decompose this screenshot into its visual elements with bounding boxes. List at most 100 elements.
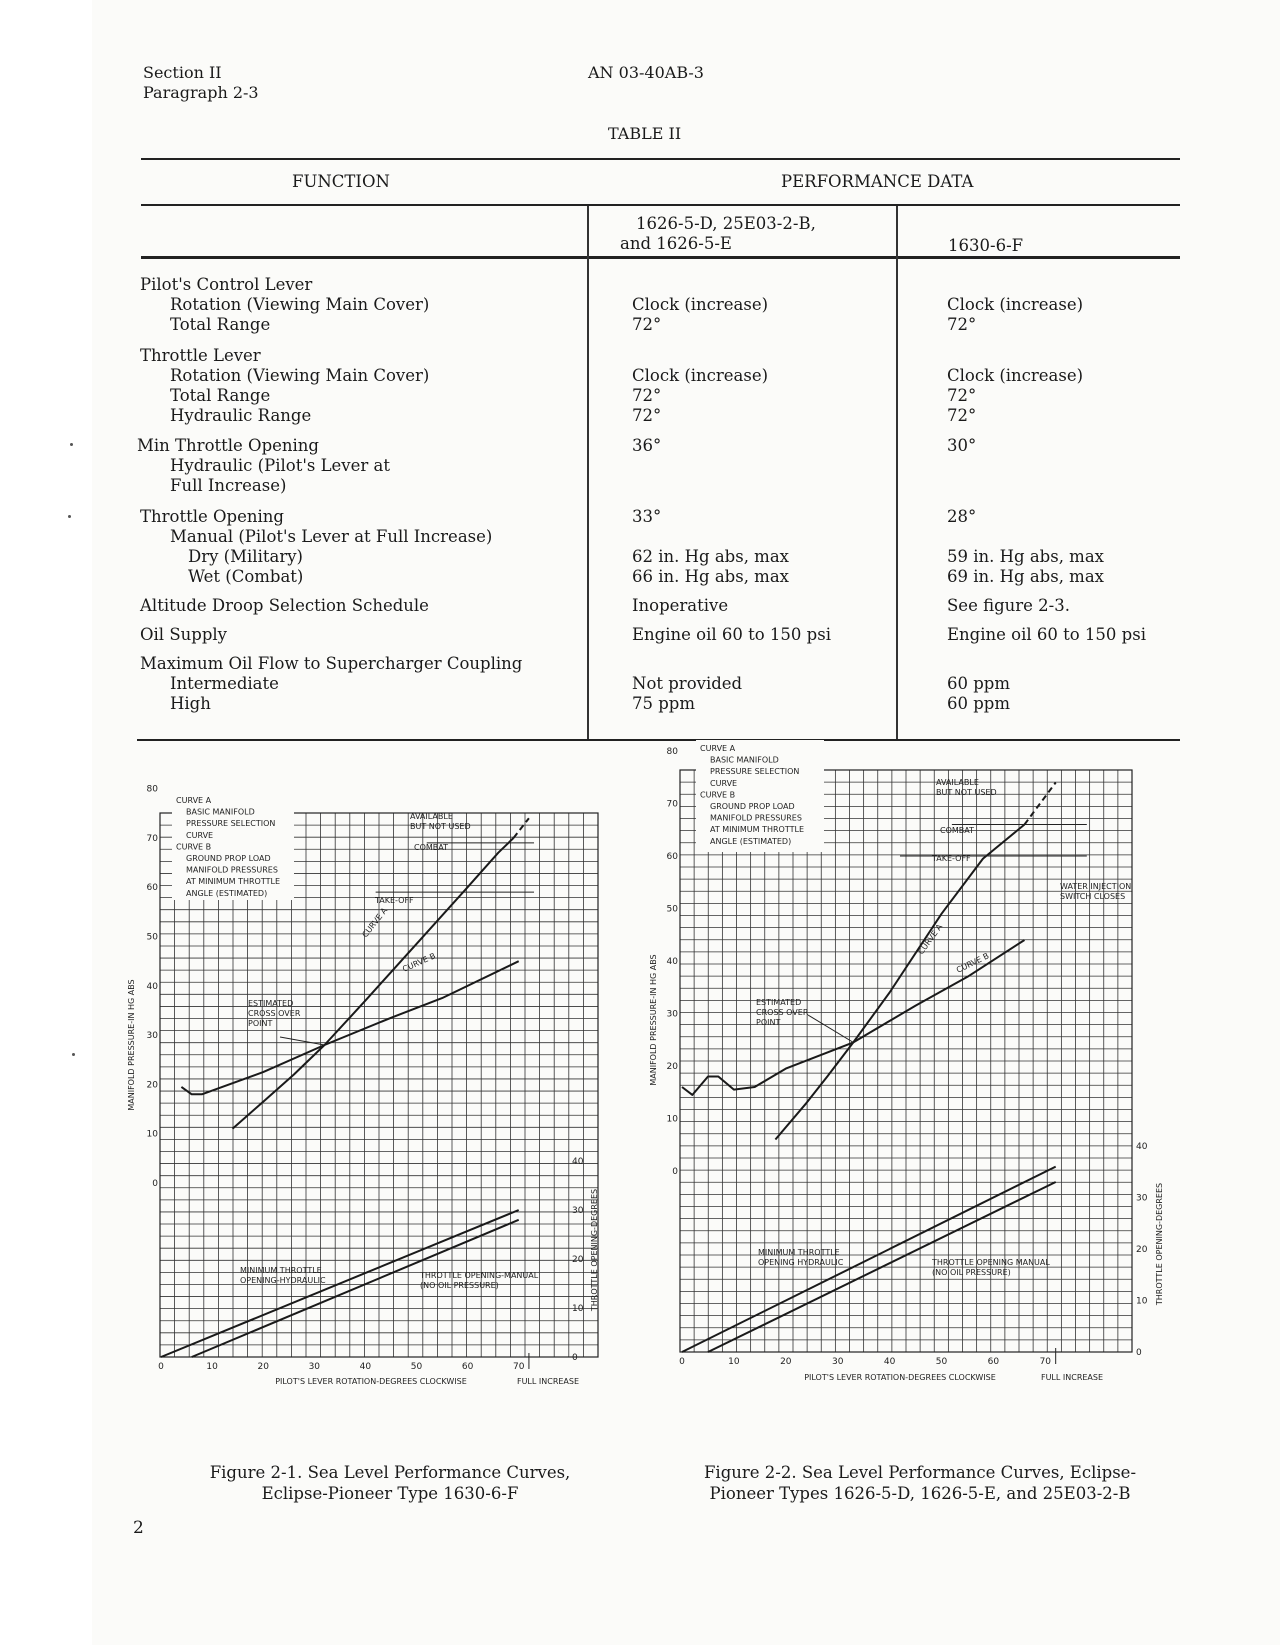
- legend-text: PRESSURE SELECTION: [186, 819, 275, 828]
- cell-1630-6-f: 60 ppm: [947, 694, 1011, 713]
- legend-text: AT MINIMUM THROTTLE: [710, 825, 804, 834]
- y-right-tick-label: 20: [572, 1255, 584, 1265]
- y-right-tick-label: 10: [572, 1304, 584, 1314]
- annotation-line: POINT: [248, 1019, 272, 1028]
- cell-1630-6-f: Clock (increase): [947, 295, 1084, 314]
- legend-text: BASIC MANIFOLD: [710, 756, 779, 765]
- scan-mark: [72, 1053, 75, 1056]
- col-header-performance: PERFORMANCE DATA: [781, 172, 974, 191]
- y-tick-label: 40: [667, 957, 679, 967]
- y-right-tick-label: 10: [1136, 1297, 1148, 1307]
- annotation-line: SWITCH CLOSES: [1060, 892, 1125, 901]
- row-label: Intermediate: [170, 674, 279, 693]
- x-tick-label: 20: [780, 1357, 792, 1367]
- row-label: Altitude Droop Selection Schedule: [140, 596, 429, 615]
- table-title: TABLE II: [608, 124, 682, 143]
- annotation-text: TAKE-OFF: [931, 854, 971, 863]
- annotation-line: WATER INJECTION: [1060, 882, 1131, 891]
- annotation-line: ESTIMATED: [756, 998, 801, 1007]
- annotation-text: ESTIMATED CROSS OVER POINT: [248, 999, 301, 1028]
- x-axis-end-label: FULL INCREASE: [517, 1377, 579, 1386]
- y-tick-label: 70: [667, 800, 679, 810]
- series-line-1: [512, 817, 530, 839]
- annotation-line: MINIMUM THROTTLE: [758, 1248, 840, 1257]
- annotation-line: (NO OIL PRESSURE): [420, 1281, 499, 1290]
- row-label: Manual (Pilot's Lever at Full Increase): [170, 527, 493, 546]
- scan-mark: [68, 515, 71, 518]
- y-tick-label: 80: [667, 747, 679, 757]
- x-tick-label: 10: [728, 1357, 740, 1367]
- cell-1626-series: 72°: [632, 386, 662, 405]
- cell-1626-series: Engine oil 60 to 150 psi: [632, 625, 831, 644]
- row-label: High: [170, 694, 211, 713]
- annotation-line: CROSS OVER: [756, 1008, 809, 1017]
- legend-text: CURVE B: [700, 790, 735, 799]
- cell-1630-6-f: 28°: [947, 507, 977, 526]
- annotation-line: AVAILABLE: [936, 778, 979, 787]
- row-label: Rotation (Viewing Main Cover): [170, 366, 430, 385]
- x-tick-label: 30: [832, 1357, 844, 1367]
- table-column-divider: [587, 206, 589, 739]
- row-label: Rotation (Viewing Main Cover): [170, 295, 430, 314]
- annotation-text: AVAILABLE BUT NOT USED: [936, 778, 997, 797]
- annotation-line: ESTIMATED: [248, 999, 293, 1008]
- row-label: Hydraulic (Pilot's Lever at: [170, 456, 390, 475]
- cell-1626-series: Inoperative: [632, 596, 729, 615]
- legend-text: AT MINIMUM THROTTLE: [186, 877, 280, 886]
- x-axis-label: PILOT'S LEVER ROTATION-DEGREES CLOCKWISE: [804, 1373, 996, 1382]
- x-tick-label: 50: [411, 1362, 423, 1372]
- cell-1630-6-f: 72°: [947, 386, 977, 405]
- legend-text: CURVE: [710, 779, 737, 788]
- x-tick-label: 40: [360, 1362, 372, 1372]
- x-tick-label: 60: [462, 1362, 474, 1372]
- table-top-rule: [141, 158, 1180, 160]
- x-tick-label: 10: [206, 1362, 218, 1372]
- annotation-text: CURVE B: [955, 951, 991, 974]
- annotation-line: AVAILABLE: [410, 812, 453, 821]
- table-subheader-rule: [141, 256, 1180, 259]
- y-right-tick-label: 40: [1136, 1142, 1148, 1152]
- annotation-line: OPENING HYDRAULIC: [758, 1258, 844, 1267]
- x-axis-end-label: FULL INCREASE: [1041, 1373, 1103, 1382]
- cell-1630-6-f: 60 ppm: [947, 674, 1011, 693]
- cell-1626-series: Clock (increase): [632, 366, 769, 385]
- y-right-axis-label: THROTTLE OPENING-DEGREES: [590, 1189, 599, 1312]
- cell-1630-6-f: 30°: [947, 436, 977, 455]
- x-tick-label: 70: [513, 1362, 525, 1372]
- y-tick-label: 40: [147, 982, 159, 992]
- x-axis-label: PILOT'S LEVER ROTATION-DEGREES CLOCKWISE: [275, 1377, 467, 1386]
- legend-text: MANIFOLD PRESSURES: [186, 866, 278, 875]
- x-tick-label: 60: [988, 1357, 1000, 1367]
- x-tick-label: 30: [309, 1362, 321, 1372]
- legend-text: CURVE A: [176, 796, 212, 805]
- cell-1630-6-f: Clock (increase): [947, 366, 1084, 385]
- x-tick-label: 20: [257, 1362, 269, 1372]
- legend-text: GROUND PROP LOAD: [710, 802, 795, 811]
- figure-1-caption-line2: Eclipse-Pioneer Type 1630-6-F: [261, 1484, 519, 1503]
- cell-1630-6-f: 69 in. Hg abs, max: [947, 567, 1104, 586]
- y-tick-label: 70: [147, 834, 159, 844]
- cell-1626-series: 72°: [632, 406, 662, 425]
- row-label: Total Range: [170, 315, 271, 334]
- sub-col-header-1-line2: and 1626-5-E: [620, 234, 732, 253]
- y-right-tick-label: 40: [572, 1157, 584, 1167]
- row-label: Oil Supply: [140, 625, 227, 644]
- annotation-line: THROTTLE OPENING-MANUAL: [419, 1271, 539, 1280]
- annotation-text: AVAILABLE BUT NOT USED: [410, 812, 471, 831]
- annotation-text: MINIMUM THROTTLE OPENING-HYDRAULIC: [240, 1266, 326, 1285]
- scan-mark: [70, 443, 73, 446]
- cell-1626-series: 72°: [632, 315, 662, 334]
- x-tick-label: 70: [1040, 1357, 1052, 1367]
- y-tick-label: 60: [147, 883, 159, 893]
- chart-figure-2-2: CURVE A BASIC MANIFOLD PRESSURE SELECTION C…: [649, 740, 1164, 1382]
- y-right-tick-label: 0: [1136, 1348, 1142, 1358]
- annotation-text: CURVE A: [916, 922, 944, 956]
- table-header-rule: [141, 204, 1180, 206]
- annotation-text: THROTTLE OPENING-MANUAL (NO OIL PRESSURE): [419, 1271, 539, 1290]
- annotation-text: COMBAT: [940, 826, 974, 835]
- y-axis-label: MANIFOLD PRESSURE-IN HG ABS: [649, 954, 658, 1085]
- figure-2-caption-line1: Figure 2-2. Sea Level Performance Curves…: [703, 1463, 1137, 1482]
- chart-grid: [679, 769, 1133, 1353]
- sub-col-header-1: 1626-5-D, 25E03-2-B,: [636, 214, 816, 233]
- x-tick-label: 0: [679, 1357, 685, 1367]
